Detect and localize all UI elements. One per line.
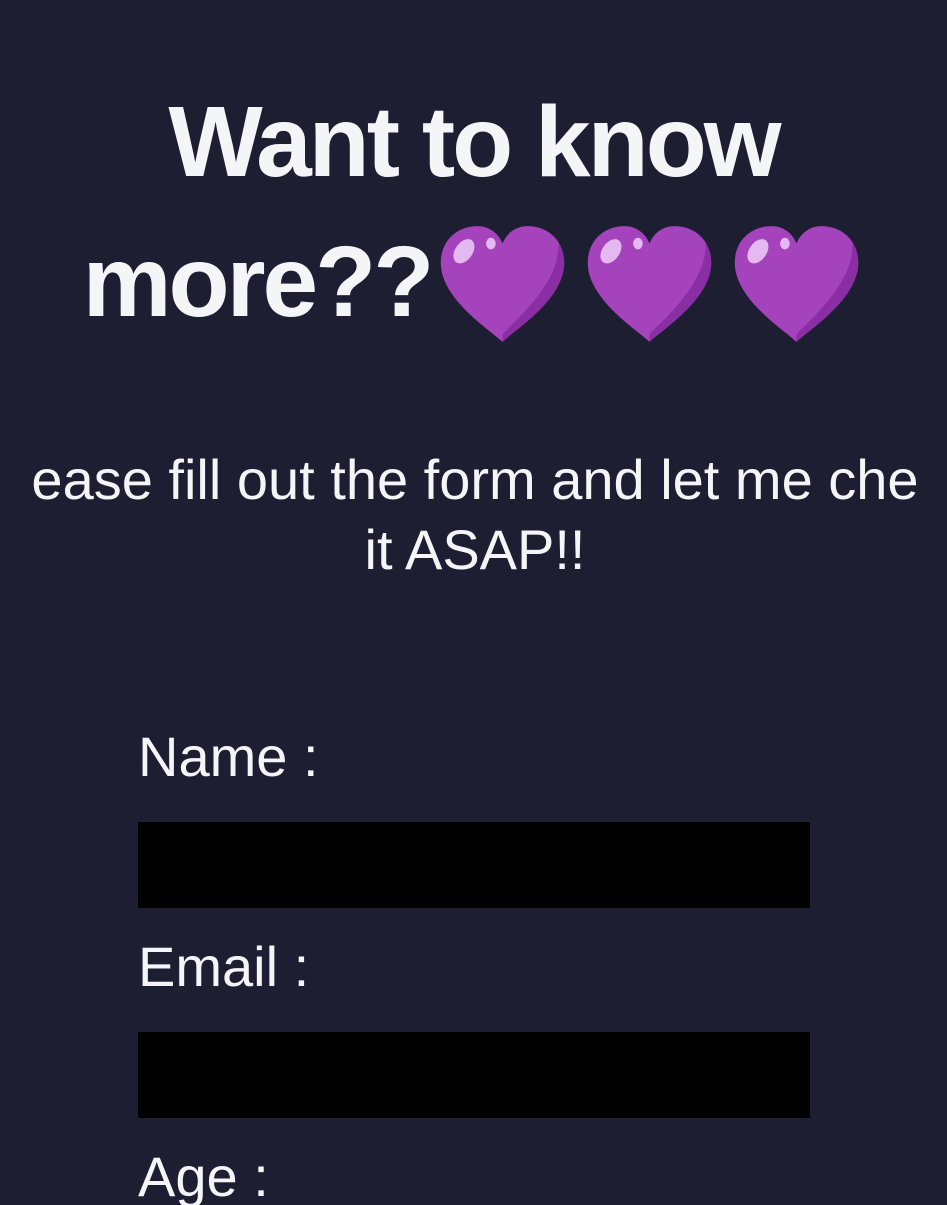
headline-line2-text: more?? (82, 226, 435, 338)
purple-heart-icon (588, 226, 712, 342)
subtitle-line2: it ASAP!! (364, 518, 586, 581)
page: Want to know more?? ease fill out the fo… (0, 0, 947, 1205)
subtitle-line1: ease fill out the form and let me che (31, 448, 919, 511)
contact-form: Name : Email : Age : (138, 720, 810, 1205)
heart-emoji-group (435, 220, 864, 386)
headline-line1: Want to know (168, 86, 781, 198)
subtitle: ease fill out the form and let me che it… (0, 445, 947, 585)
headline-line2: more?? (0, 212, 947, 386)
purple-heart-icon (735, 226, 859, 342)
purple-heart-icon (441, 226, 565, 342)
name-field[interactable] (138, 822, 810, 908)
headline: Want to know more?? (0, 72, 947, 386)
email-field[interactable] (138, 1032, 810, 1118)
email-label: Email : (138, 935, 310, 998)
age-label: Age : (138, 1145, 269, 1205)
name-label: Name : (138, 725, 319, 788)
